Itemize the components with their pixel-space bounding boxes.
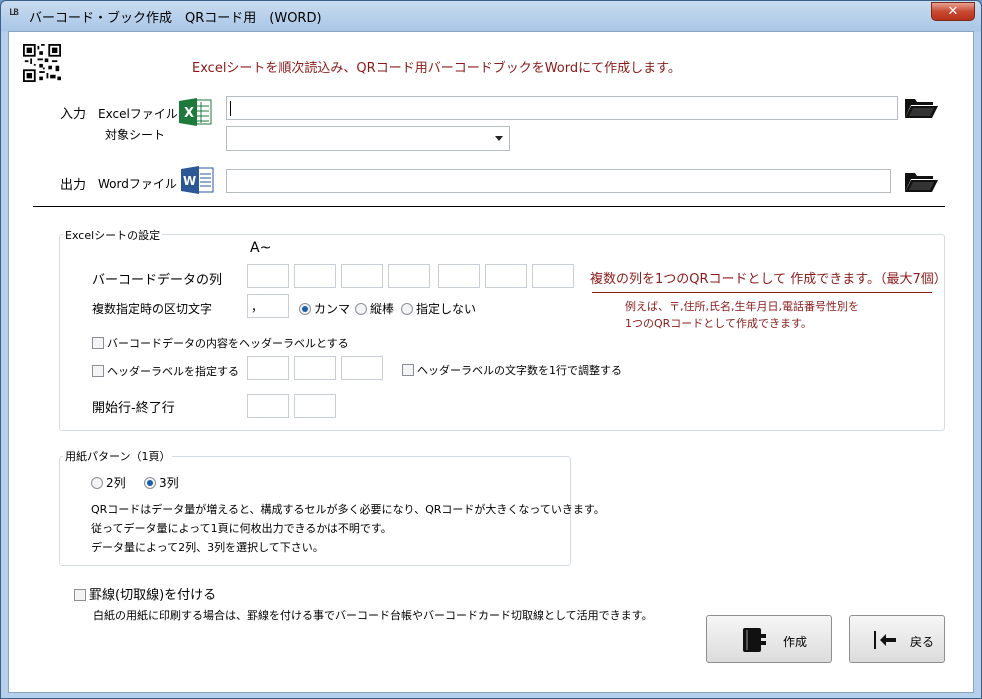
delimiter-input[interactable]: ， xyxy=(247,294,289,318)
header-message: Excelシートを順次読込み、QRコード用バーコードブックをWordにて作成しま… xyxy=(192,61,681,76)
header-label-input-2[interactable] xyxy=(294,356,336,380)
radio-icon xyxy=(401,303,413,315)
create-button[interactable]: 作成 xyxy=(706,615,832,663)
word-file-input[interactable] xyxy=(226,169,891,193)
svg-text:X: X xyxy=(184,106,194,121)
column-start-label: A~ xyxy=(250,240,272,256)
section-divider xyxy=(33,206,945,207)
checkbox-icon xyxy=(74,589,86,601)
multi-column-note: 複数の列を1つのQRコードとして 作成できます。（最大7個） xyxy=(590,272,947,287)
paper-note-line-2: 従ってデータ量によって1頁に何枚出力できるかは不明です。 xyxy=(91,522,392,535)
title-bar[interactable]: LB バーコード・ブック作成 QRコード用 (WORD) ✕ xyxy=(1,1,981,31)
barcode-column-input-1[interactable] xyxy=(247,264,289,288)
example-line-2: 1つのQRコードとして作成できます。 xyxy=(625,317,812,330)
delimiter-label: 複数指定時の区切文字 xyxy=(92,302,213,316)
barcode-column-label: バーコードデータの列 xyxy=(92,273,223,288)
word-file-label: Wordファイル xyxy=(98,177,177,191)
header-from-content-checkbox[interactable]: バーコードデータの内容をヘッダーラベルとする xyxy=(92,335,349,351)
back-button-label: 戻る xyxy=(910,635,935,649)
paper-note-line-3: データ量によって2列、3列を選択して下さい。 xyxy=(91,541,324,554)
header-specify-checkbox[interactable]: ヘッダーラベルを指定する xyxy=(92,363,239,379)
barcode-column-input-5[interactable] xyxy=(438,264,480,288)
start-end-row-label: 開始行-終了行 xyxy=(92,401,175,416)
radio-selected-icon xyxy=(144,477,156,489)
excel-icon: X xyxy=(179,98,212,126)
end-row-input[interactable] xyxy=(294,394,336,418)
window-title: バーコード・ブック作成 QRコード用 (WORD) xyxy=(29,11,322,26)
header-label-input-3[interactable] xyxy=(341,356,383,380)
radio-selected-icon xyxy=(299,303,311,315)
barcode-column-input-4[interactable] xyxy=(388,264,430,288)
notebook-icon xyxy=(743,628,766,652)
app-icon: LB xyxy=(9,8,19,18)
sheet-label: 対象シート xyxy=(105,128,166,142)
main-panel: Excelシートを順次読込み、QRコード用バーコードブックをWordにて作成しま… xyxy=(8,31,974,693)
ruled-lines-note: 白紙の用紙に印刷する場合は、罫線を付ける事でバーコード台帳やバーコードカード切取… xyxy=(93,609,653,622)
input-section-label: 入力 xyxy=(60,107,87,122)
radio-icon xyxy=(355,303,367,315)
word-icon: W xyxy=(181,166,214,194)
note-underline xyxy=(592,292,932,293)
barcode-column-input-2[interactable] xyxy=(294,264,336,288)
close-button[interactable]: ✕ xyxy=(931,2,975,21)
radio-icon xyxy=(91,477,103,489)
back-arrow-icon xyxy=(874,631,896,649)
text-caret xyxy=(230,101,231,116)
svg-text:W: W xyxy=(183,174,196,188)
paper-pattern-title: 用紙パターン（1頁） xyxy=(63,448,173,464)
checkbox-icon xyxy=(402,364,414,376)
excel-file-input[interactable] xyxy=(226,96,898,120)
radio-3-columns[interactable]: 3列 xyxy=(144,474,179,491)
ruled-lines-checkbox[interactable]: 罫線(切取線)を付ける xyxy=(74,584,216,603)
barcode-column-input-3[interactable] xyxy=(341,264,383,288)
create-button-label: 作成 xyxy=(783,635,808,649)
radio-comma[interactable]: カンマ xyxy=(299,300,350,317)
radio-none[interactable]: 指定しない xyxy=(401,300,476,317)
radio-pipe[interactable]: 縦棒 xyxy=(355,300,394,317)
header-fit-checkbox[interactable]: ヘッダーラベルの文字数を1行で調整する xyxy=(402,362,622,378)
sheet-select[interactable] xyxy=(226,126,510,151)
barcode-column-input-6[interactable] xyxy=(485,264,527,288)
qr-code-icon xyxy=(23,44,61,82)
folder-open-icon[interactable] xyxy=(903,170,939,194)
back-button[interactable]: 戻る xyxy=(849,615,945,663)
excel-settings-title: Excelシートの設定 xyxy=(63,227,163,243)
barcode-column-input-7[interactable] xyxy=(532,264,574,288)
example-line-1: 例えば、〒,住所,氏名,生年月日,電話番号性別を xyxy=(625,300,859,313)
paper-note-line-1: QRコードはデータ量が増えると、構成するセルが多く必要になり、QRコードが大きく… xyxy=(91,503,605,516)
start-row-input[interactable] xyxy=(247,394,289,418)
folder-open-icon[interactable] xyxy=(903,96,939,120)
excel-file-label: Excelファイル xyxy=(98,107,178,121)
header-label-input-1[interactable] xyxy=(247,356,289,380)
radio-2-columns[interactable]: 2列 xyxy=(91,474,126,491)
output-section-label: 出力 xyxy=(60,178,87,193)
checkbox-icon xyxy=(92,337,104,349)
app-window: LB バーコード・ブック作成 QRコード用 (WORD) ✕ Excelシートを… xyxy=(0,0,982,699)
chevron-down-icon xyxy=(495,136,503,141)
checkbox-icon xyxy=(92,365,104,377)
